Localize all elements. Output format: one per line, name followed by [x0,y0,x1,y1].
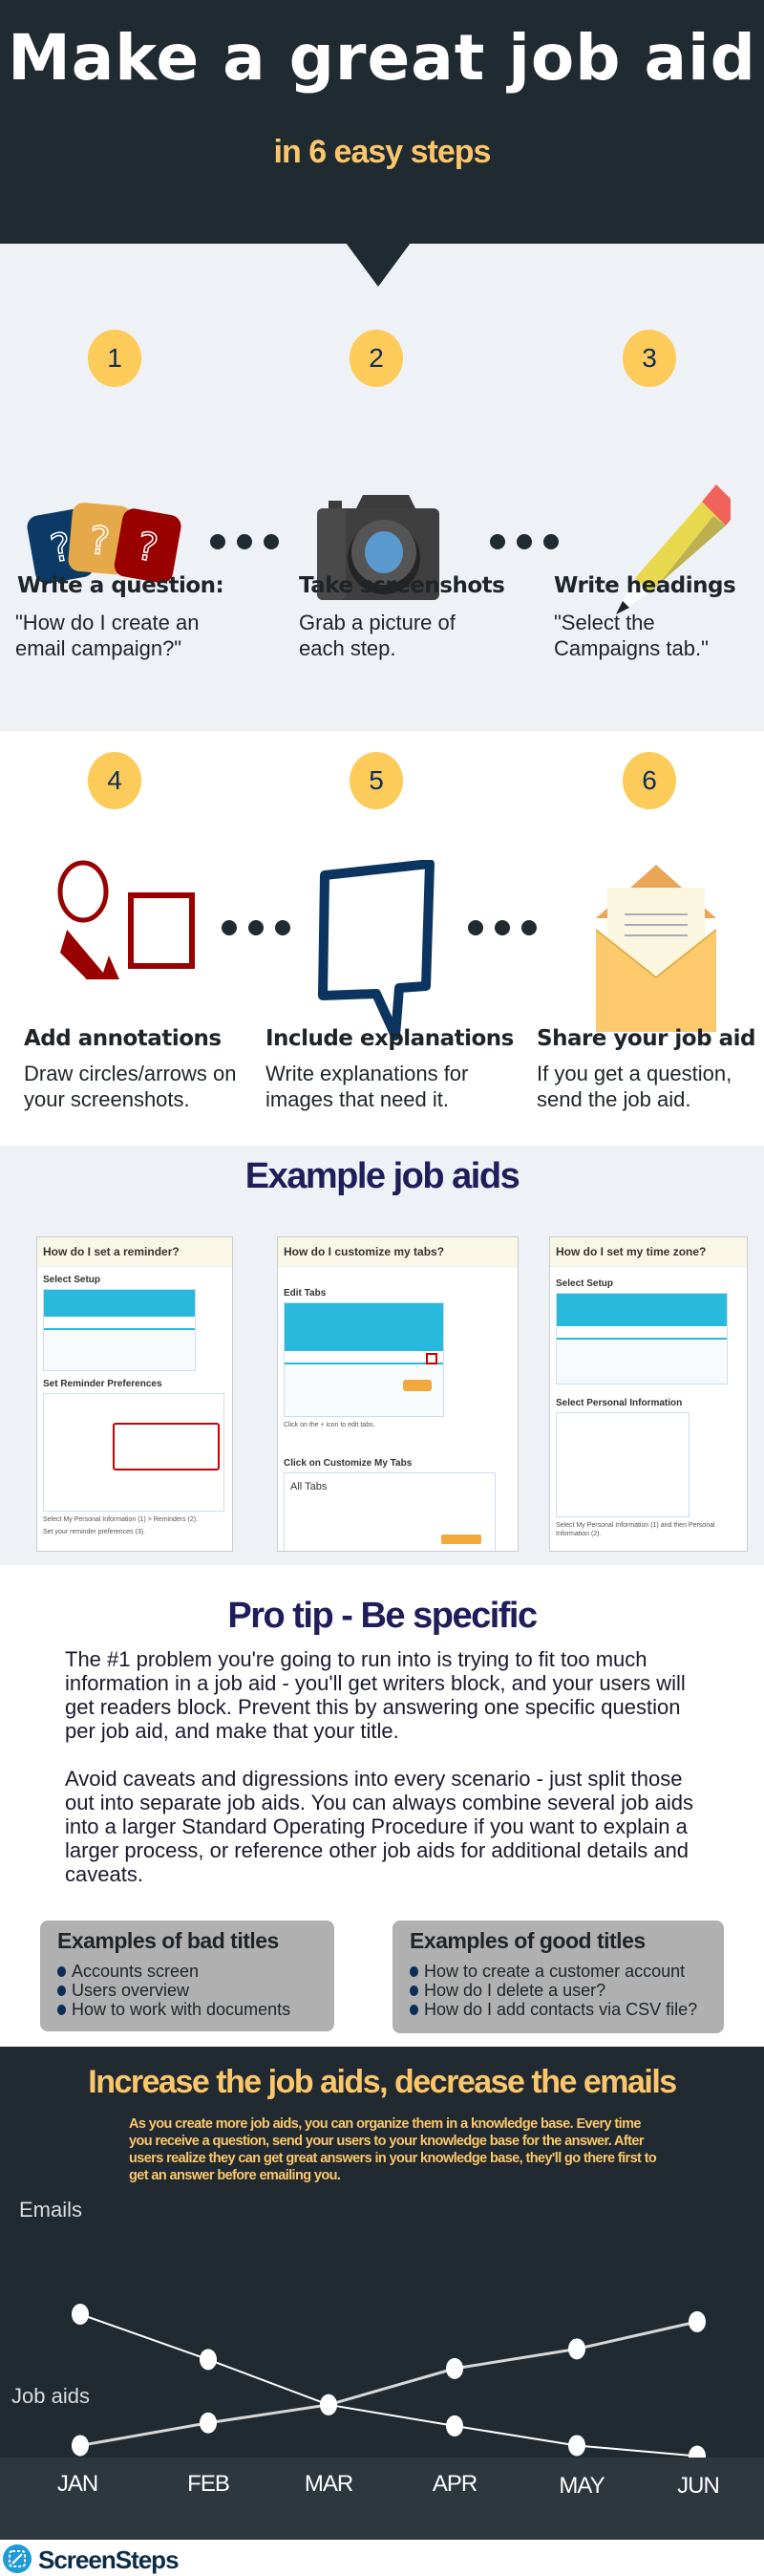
step-6-heading: Share your job aid [537,1026,755,1051]
data-point [446,2415,463,2436]
good-titles-heading: Examples of good titles [410,1928,646,1953]
card-title: How do I customize my tabs? [278,1237,518,1267]
series-line-job-aids [79,2320,698,2447]
footer-brand: ScreenSteps [38,2545,180,2574]
card-caption: Select My Personal Information (1) > Rem… [43,1516,199,1523]
step-connector-dots [490,534,559,549]
card-screenshot [43,1393,224,1512]
step-4-heading: Add annotations [24,1026,222,1051]
bad-titles-box: Examples of bad titles Accounts screen U… [40,1921,334,2031]
step-number-6: 6 [623,752,676,809]
step-1-description: "How do I create an email campaign?" [15,611,200,660]
step-4-description: Draw circles/arrows on your screenshots. [24,1062,237,1111]
card-caption: Select My Personal Information (1) and t… [556,1522,715,1537]
example-card[interactable]: How do I customize my tabs? Edit Tabs Cl… [277,1236,519,1552]
card-section-heading: Select Setup [556,1278,614,1289]
card-screenshot [284,1302,444,1417]
card-section-heading: Edit Tabs [284,1288,327,1299]
step-connector-dots [468,920,537,935]
svg-text:?: ? [88,519,112,565]
x-tick-label: JUN [677,2473,720,2499]
x-tick-label: MAR [304,2471,353,2497]
x-tick-label: JAN [56,2471,98,2497]
good-title-item: How to create a customer account [410,1962,707,1981]
card-section-heading: Select Personal Information [556,1398,683,1408]
protip-paragraph-1: The #1 problem you're going to run into … [65,1647,686,1743]
header-pointer [346,243,411,287]
example-card[interactable]: How do I set my time zone? Select Setup … [549,1236,748,1552]
good-title-item: How do I delete a user? [410,1981,707,2000]
card-section-heading: Click on Customize My Tabs [284,1458,413,1469]
data-point [200,2349,217,2371]
step-number-1: 1 [88,330,141,387]
annotation-shapes-icon [57,860,195,979]
card-screenshot [43,1289,196,1371]
inner-screenshot-title: All Tabs [290,1481,328,1492]
bad-title-item: Accounts screen [57,1962,317,1981]
data-point [72,2435,89,2457]
data-point [200,2412,217,2434]
screensteps-logo-icon [3,2544,32,2573]
step-connector-dots [222,920,290,935]
page-subtitle: in 6 easy steps [273,134,492,170]
data-point [446,2357,463,2379]
card-screenshot: All Tabs [284,1472,496,1551]
card-screenshot [556,1293,728,1385]
envelope-icon [595,865,717,1032]
step-1-heading: Write a question: [17,573,224,598]
step-2-description: Grab a picture of each step. [299,611,456,660]
data-point [320,2394,337,2415]
x-axis-band [0,2458,764,2540]
step-3-heading: Write headings [554,573,736,598]
x-tick-label: FEB [187,2471,230,2497]
card-section-heading: Select Setup [43,1275,101,1285]
step-number-5: 5 [350,752,403,809]
data-point [568,2435,585,2457]
page-title: Make a great job aid [8,21,756,95]
protip-paragraph-2: Avoid caveats and digressions into every… [65,1767,693,1886]
series-line-emails [79,2313,698,2458]
step-number-2: 2 [350,330,403,387]
step-connector-dots [210,534,279,549]
step-2-heading: Take screenshots [299,573,505,598]
card-section-heading: Set Reminder Preferences [43,1379,162,1389]
data-point [689,2445,706,2458]
step-5-heading: Include explanations [265,1026,514,1051]
good-title-item: How do I add contacts via CSV file? [410,2000,707,2019]
card-screenshot [556,1412,690,1517]
step-5-description: Write explanations for images that need … [265,1062,469,1111]
step-number-4: 4 [88,752,141,809]
examples-title: Example job aids [244,1156,520,1196]
step-number-3: 3 [623,330,676,387]
card-title: How do I set my time zone? [550,1237,747,1267]
x-tick-label: APR [432,2471,478,2497]
data-point [689,2310,706,2332]
step-3-description: "Select the Campaigns tab." [554,611,709,660]
card-caption: Set your reminder preferences (3). [43,1529,145,1535]
protip-title: Pro tip - Be specific [227,1596,538,1636]
bad-titles-heading: Examples of bad titles [57,1928,279,1953]
step-6-description: If you get a question, send the job aid. [537,1062,732,1111]
good-titles-box: Examples of good titles How to create a … [393,1921,724,2033]
card-caption: Click on the + icon to edit tabs. [284,1422,375,1428]
bad-title-item: Users overview [57,1981,317,2000]
card-title: How do I set a reminder? [37,1237,232,1267]
bad-title-item: How to work with documents [57,2000,317,2019]
x-tick-label: MAY [559,2473,605,2499]
example-card[interactable]: How do I set a reminder? Select Setup Se… [36,1236,233,1552]
speech-bubble-icon [318,860,435,1041]
line-chart [72,2304,706,2458]
data-point [568,2338,585,2360]
data-point [72,2304,89,2325]
